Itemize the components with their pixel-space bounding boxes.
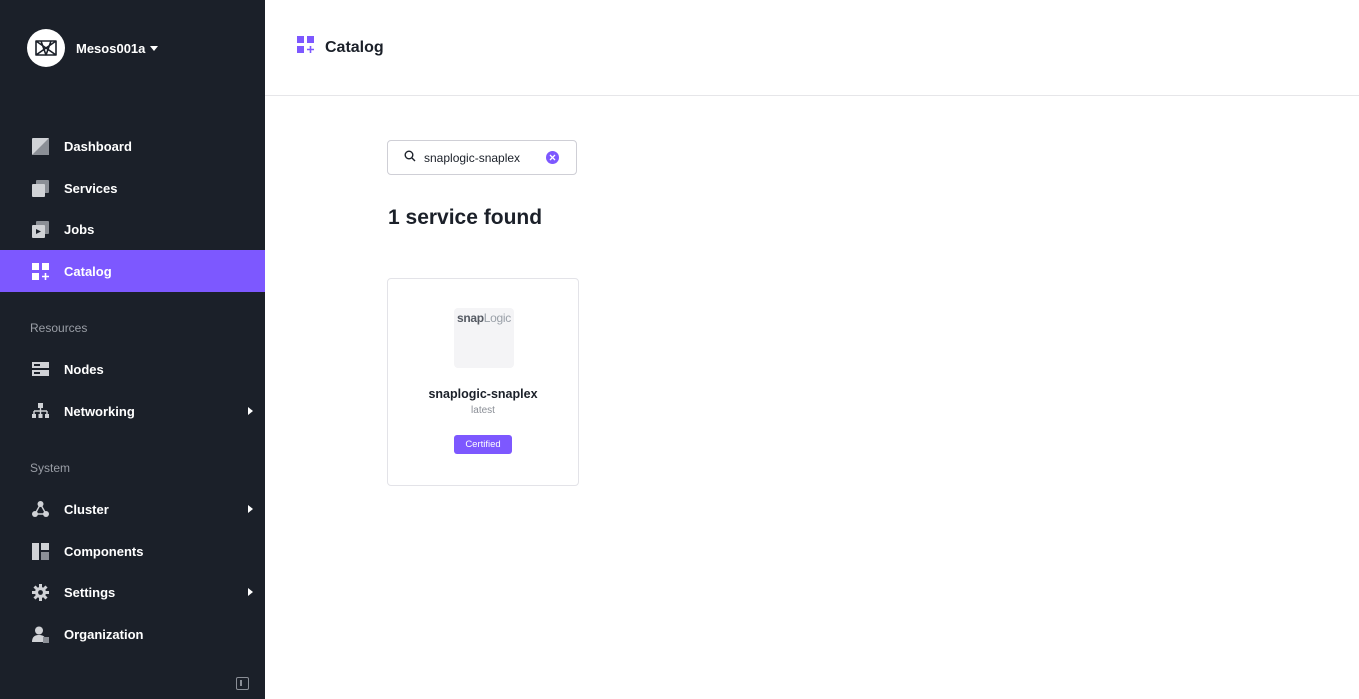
nav-networking[interactable]: Networking [0,390,265,432]
certified-badge: Certified [454,435,512,454]
nav-nodes[interactable]: Nodes [0,348,265,390]
chevron-right-icon [248,588,253,596]
nav-jobs[interactable]: Jobs [0,208,265,250]
logo-text-logic: Logic [483,311,512,325]
networking-icon [31,402,50,421]
logo-text-snap: snap [456,311,484,325]
cluster-icon [31,500,50,519]
services-icon [31,179,50,198]
jobs-icon [31,220,50,239]
page-header: Catalog [265,0,1359,96]
nav-dashboard[interactable]: Dashboard [0,125,265,167]
caret-down-icon [150,45,159,51]
chevron-right-icon [248,407,253,415]
dashboard-icon [31,137,50,156]
nav-components[interactable]: Components [0,530,265,572]
nav-catalog[interactable]: Catalog [0,250,265,292]
chevron-right-icon [248,505,253,513]
gear-icon [31,583,50,602]
nav-catalog-label: Catalog [64,263,112,279]
clear-icon[interactable] [546,151,559,164]
catalog-icon [296,35,316,60]
sidebar: Mesos001a Dashboard Services Jobs Catalo… [0,0,265,699]
nav-jobs-label: Jobs [64,221,95,237]
nav-dashboard-label: Dashboard [64,138,132,154]
nav-cluster[interactable]: Cluster [0,488,265,530]
section-resources: Resources [30,321,88,335]
service-name: snaplogic-snaplex [428,387,538,401]
nav-services-label: Services [64,180,118,196]
page-title: Catalog [325,38,384,56]
search-box [387,140,577,175]
nav-organization-label: Organization [64,626,144,642]
catalog-icon [31,262,50,281]
org-switcher[interactable]: Mesos001a [27,29,159,67]
service-logo: snapLogic [454,308,514,368]
org-name: Mesos001a [76,40,146,56]
nav-settings-label: Settings [64,584,116,600]
nav-services[interactable]: Services [0,167,265,209]
organization-icon [31,625,50,644]
nav-components-label: Components [64,543,144,559]
nav-cluster-label: Cluster [64,501,109,517]
search-input[interactable] [424,150,544,165]
mesosphere-logo-icon [27,29,65,67]
nav-organization[interactable]: Organization [0,613,265,655]
components-icon [31,542,50,561]
service-card[interactable]: snapLogic snaplogic-snaplex latest Certi… [387,278,579,486]
nav-settings[interactable]: Settings [0,571,265,613]
results-count: 1 service found [388,206,543,229]
nav-networking-label: Networking [64,403,135,419]
search-icon [404,149,416,167]
nodes-icon [31,360,50,379]
nav-nodes-label: Nodes [64,361,104,377]
collapse-sidebar-icon[interactable] [236,677,249,690]
section-system: System [30,461,71,475]
service-version: latest [471,405,495,416]
